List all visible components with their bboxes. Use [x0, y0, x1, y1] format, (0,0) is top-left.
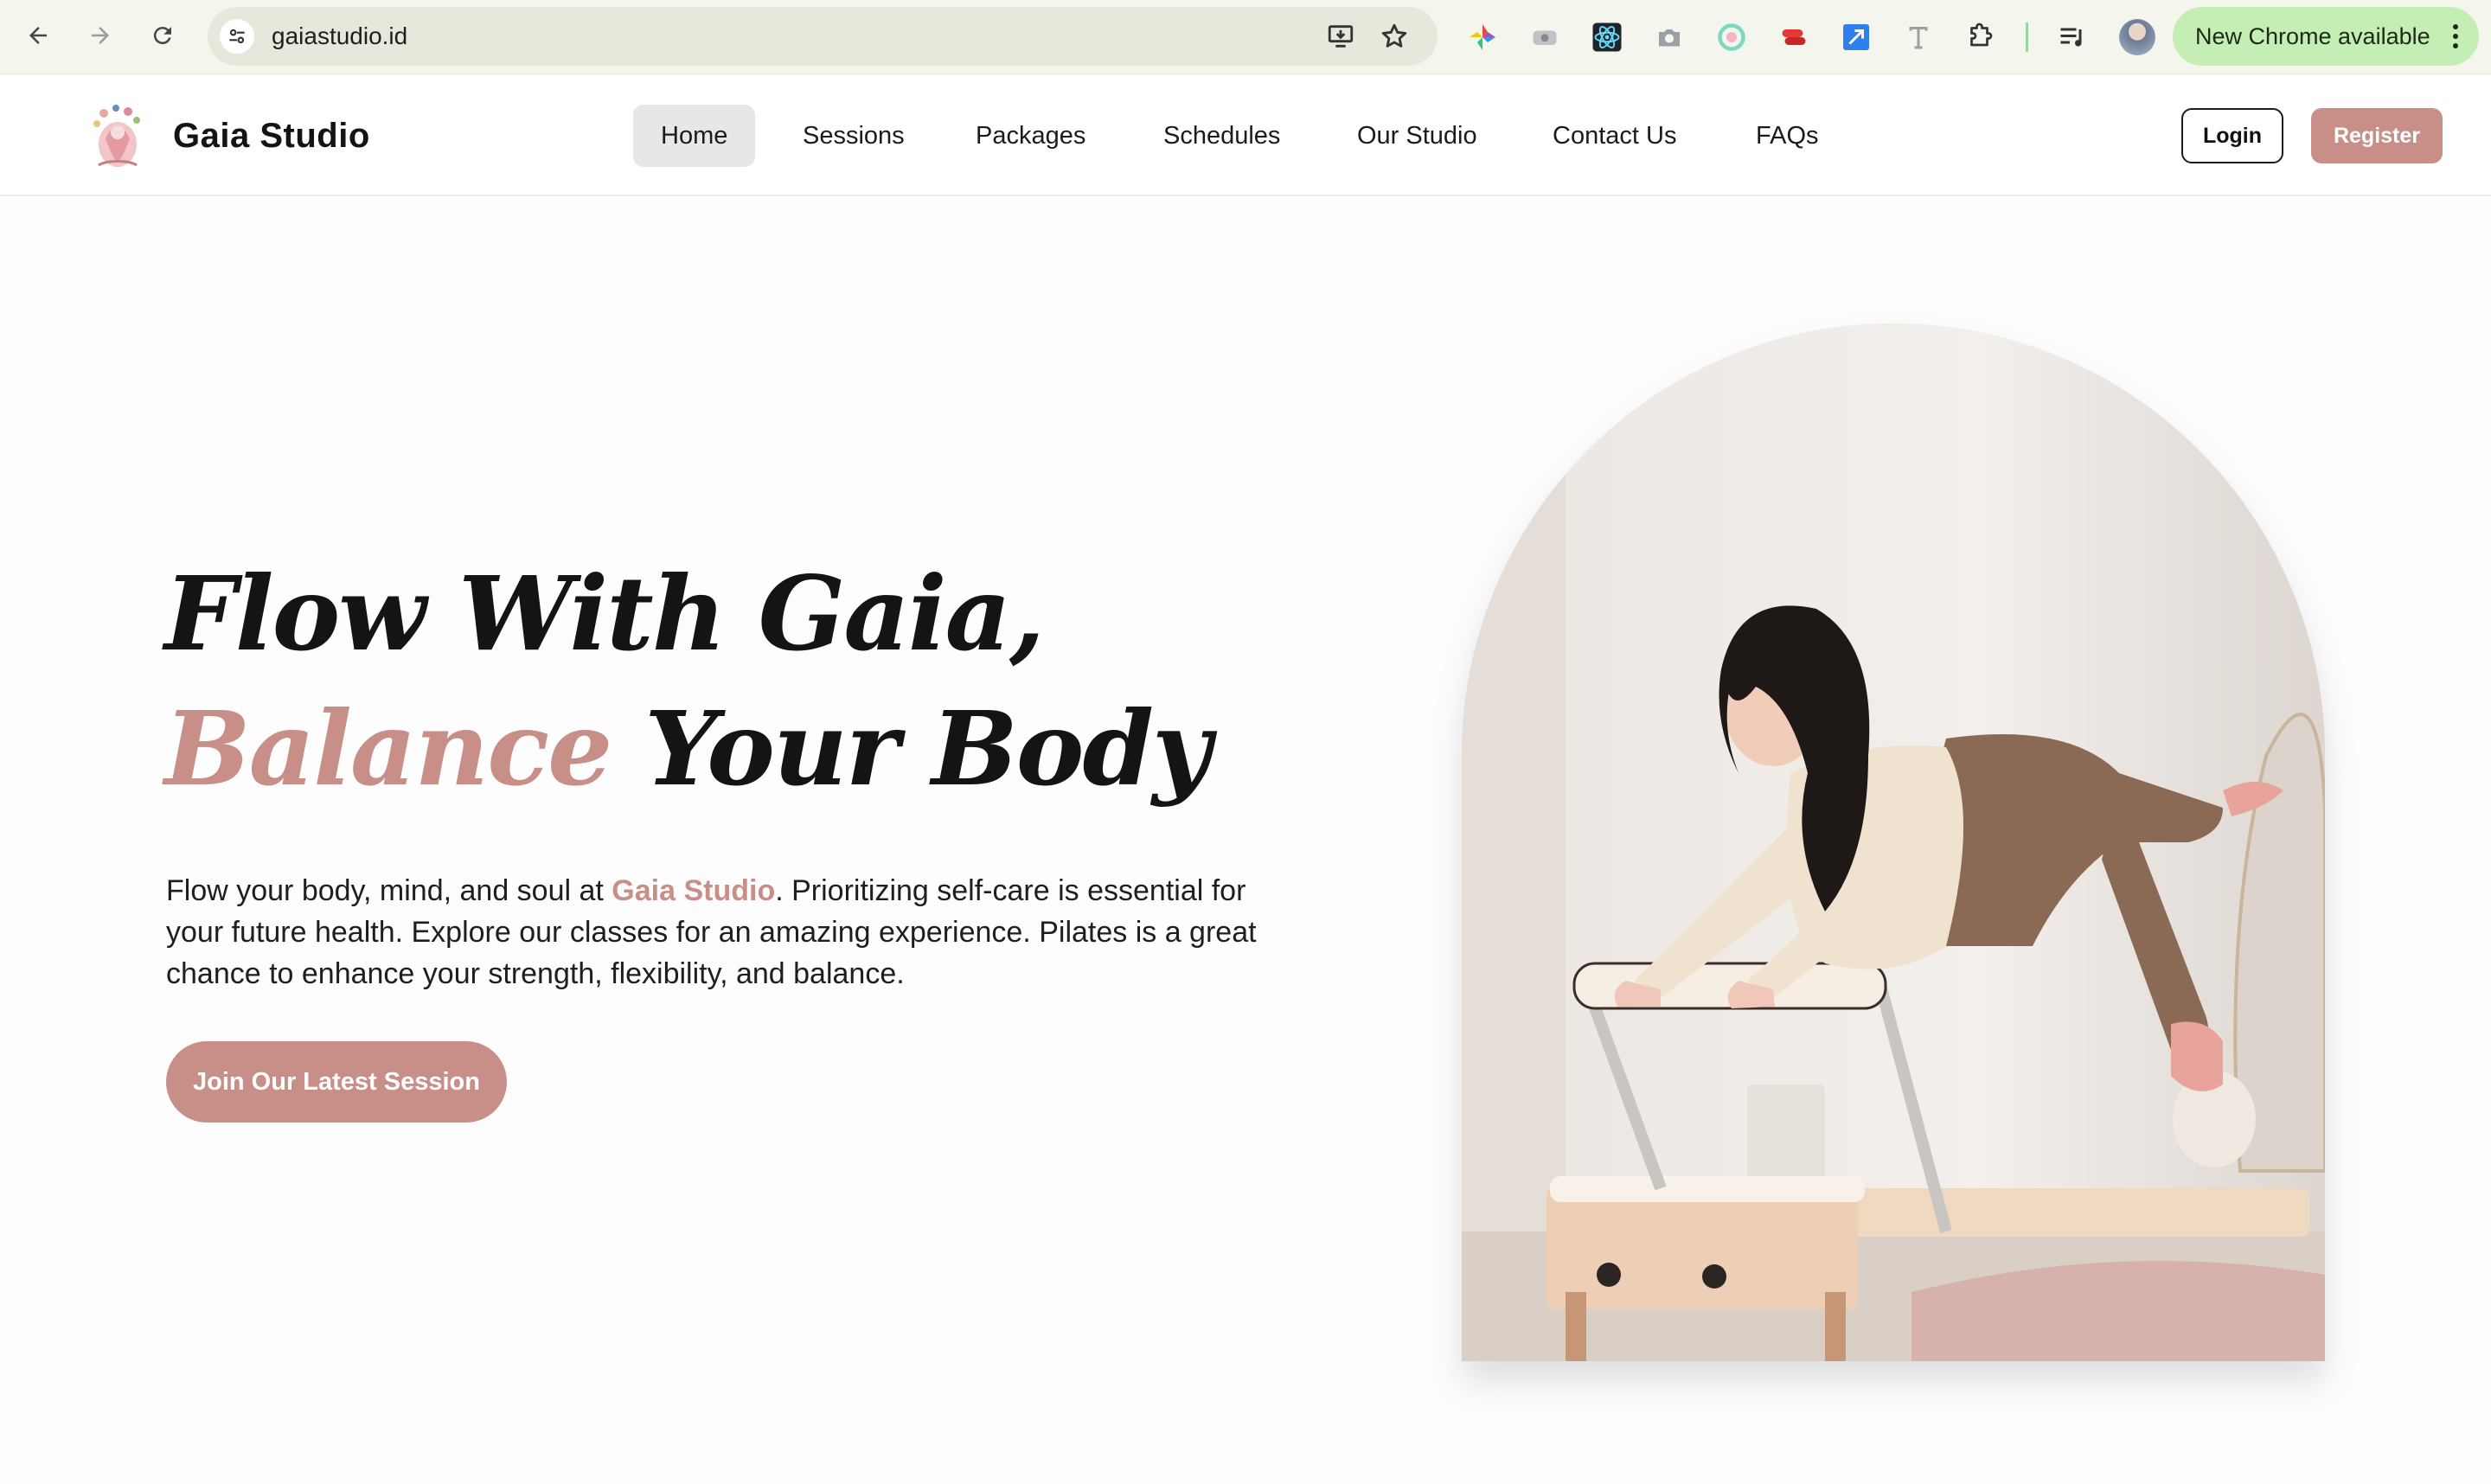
- arrow-left-icon: [29, 27, 47, 44]
- forward-button[interactable]: [76, 11, 125, 60]
- brand-name: Gaia Studio: [173, 116, 370, 155]
- nav-faqs[interactable]: FAQs: [1756, 105, 1819, 167]
- login-button[interactable]: Login: [2181, 108, 2283, 163]
- font-extension-icon[interactable]: [1899, 18, 1937, 56]
- address-bar[interactable]: gaiastudio.id: [208, 7, 1438, 66]
- back-button[interactable]: [14, 11, 62, 60]
- register-button[interactable]: Register: [2311, 108, 2443, 163]
- puzzle-icon[interactable]: [1962, 18, 2000, 56]
- queue-music-icon[interactable]: [2053, 18, 2091, 56]
- tune-icon[interactable]: [220, 19, 254, 54]
- hero-title-rest: Your Body: [611, 688, 1211, 809]
- join-latest-session-button[interactable]: Join Our Latest Session: [166, 1041, 507, 1123]
- pilates-photo-illustration: [1462, 323, 2325, 1361]
- react-devtools-extension-icon[interactable]: [1588, 18, 1626, 56]
- update-label: New Chrome available: [2195, 22, 2430, 49]
- hero-title-line1: Flow With Gaia,: [164, 553, 1045, 674]
- nav-home[interactable]: Home: [633, 105, 756, 167]
- install-app-icon[interactable]: [1323, 19, 1358, 54]
- camera-extension-icon[interactable]: [1650, 18, 1688, 56]
- nav-schedules[interactable]: Schedules: [1163, 105, 1280, 167]
- hero-title: Flow With Gaia, Balance Your Body: [164, 547, 1212, 816]
- color-picker-extension-icon[interactable]: [1713, 18, 1751, 56]
- star-icon[interactable]: [1377, 19, 1412, 54]
- brand[interactable]: Gaia Studio: [85, 101, 370, 170]
- nav-our-studio[interactable]: Our Studio: [1357, 105, 1477, 167]
- color-wheel-extension-icon[interactable]: [1463, 18, 1502, 56]
- reload-icon: [153, 27, 171, 45]
- hero-title-accent: Balance: [164, 688, 612, 809]
- browser-toolbar: gaiastudio.id New Chrome available: [0, 0, 2491, 74]
- url-text[interactable]: gaiastudio.id: [272, 7, 407, 66]
- profile-avatar[interactable]: [2119, 19, 2155, 55]
- gaia-logo-icon: [93, 105, 140, 167]
- reload-button[interactable]: [138, 11, 187, 60]
- resize-extension-icon[interactable]: [1837, 18, 1875, 56]
- toolbar-divider: [2026, 22, 2028, 52]
- kebab-menu-icon[interactable]: [2453, 24, 2458, 48]
- hero-text-brand: Gaia Studio: [612, 874, 776, 907]
- arrow-right-icon: [92, 27, 109, 44]
- nav-packages[interactable]: Packages: [976, 105, 1085, 167]
- hero-text-start: Flow your body, mind, and soul at: [166, 874, 612, 907]
- site-header: Gaia Studio Home Sessions Packages Sched…: [0, 75, 2491, 196]
- new-chrome-available-button[interactable]: New Chrome available: [2173, 7, 2479, 66]
- nav-sessions[interactable]: Sessions: [803, 105, 905, 167]
- screen-record-extension-icon[interactable]: [1526, 18, 1564, 56]
- nav-contact-us[interactable]: Contact Us: [1553, 105, 1676, 167]
- stack-extension-icon[interactable]: [1775, 18, 1813, 56]
- hero-description: Flow your body, mind, and soul at Gaia S…: [166, 870, 1265, 995]
- hero-image: [1462, 323, 2325, 1361]
